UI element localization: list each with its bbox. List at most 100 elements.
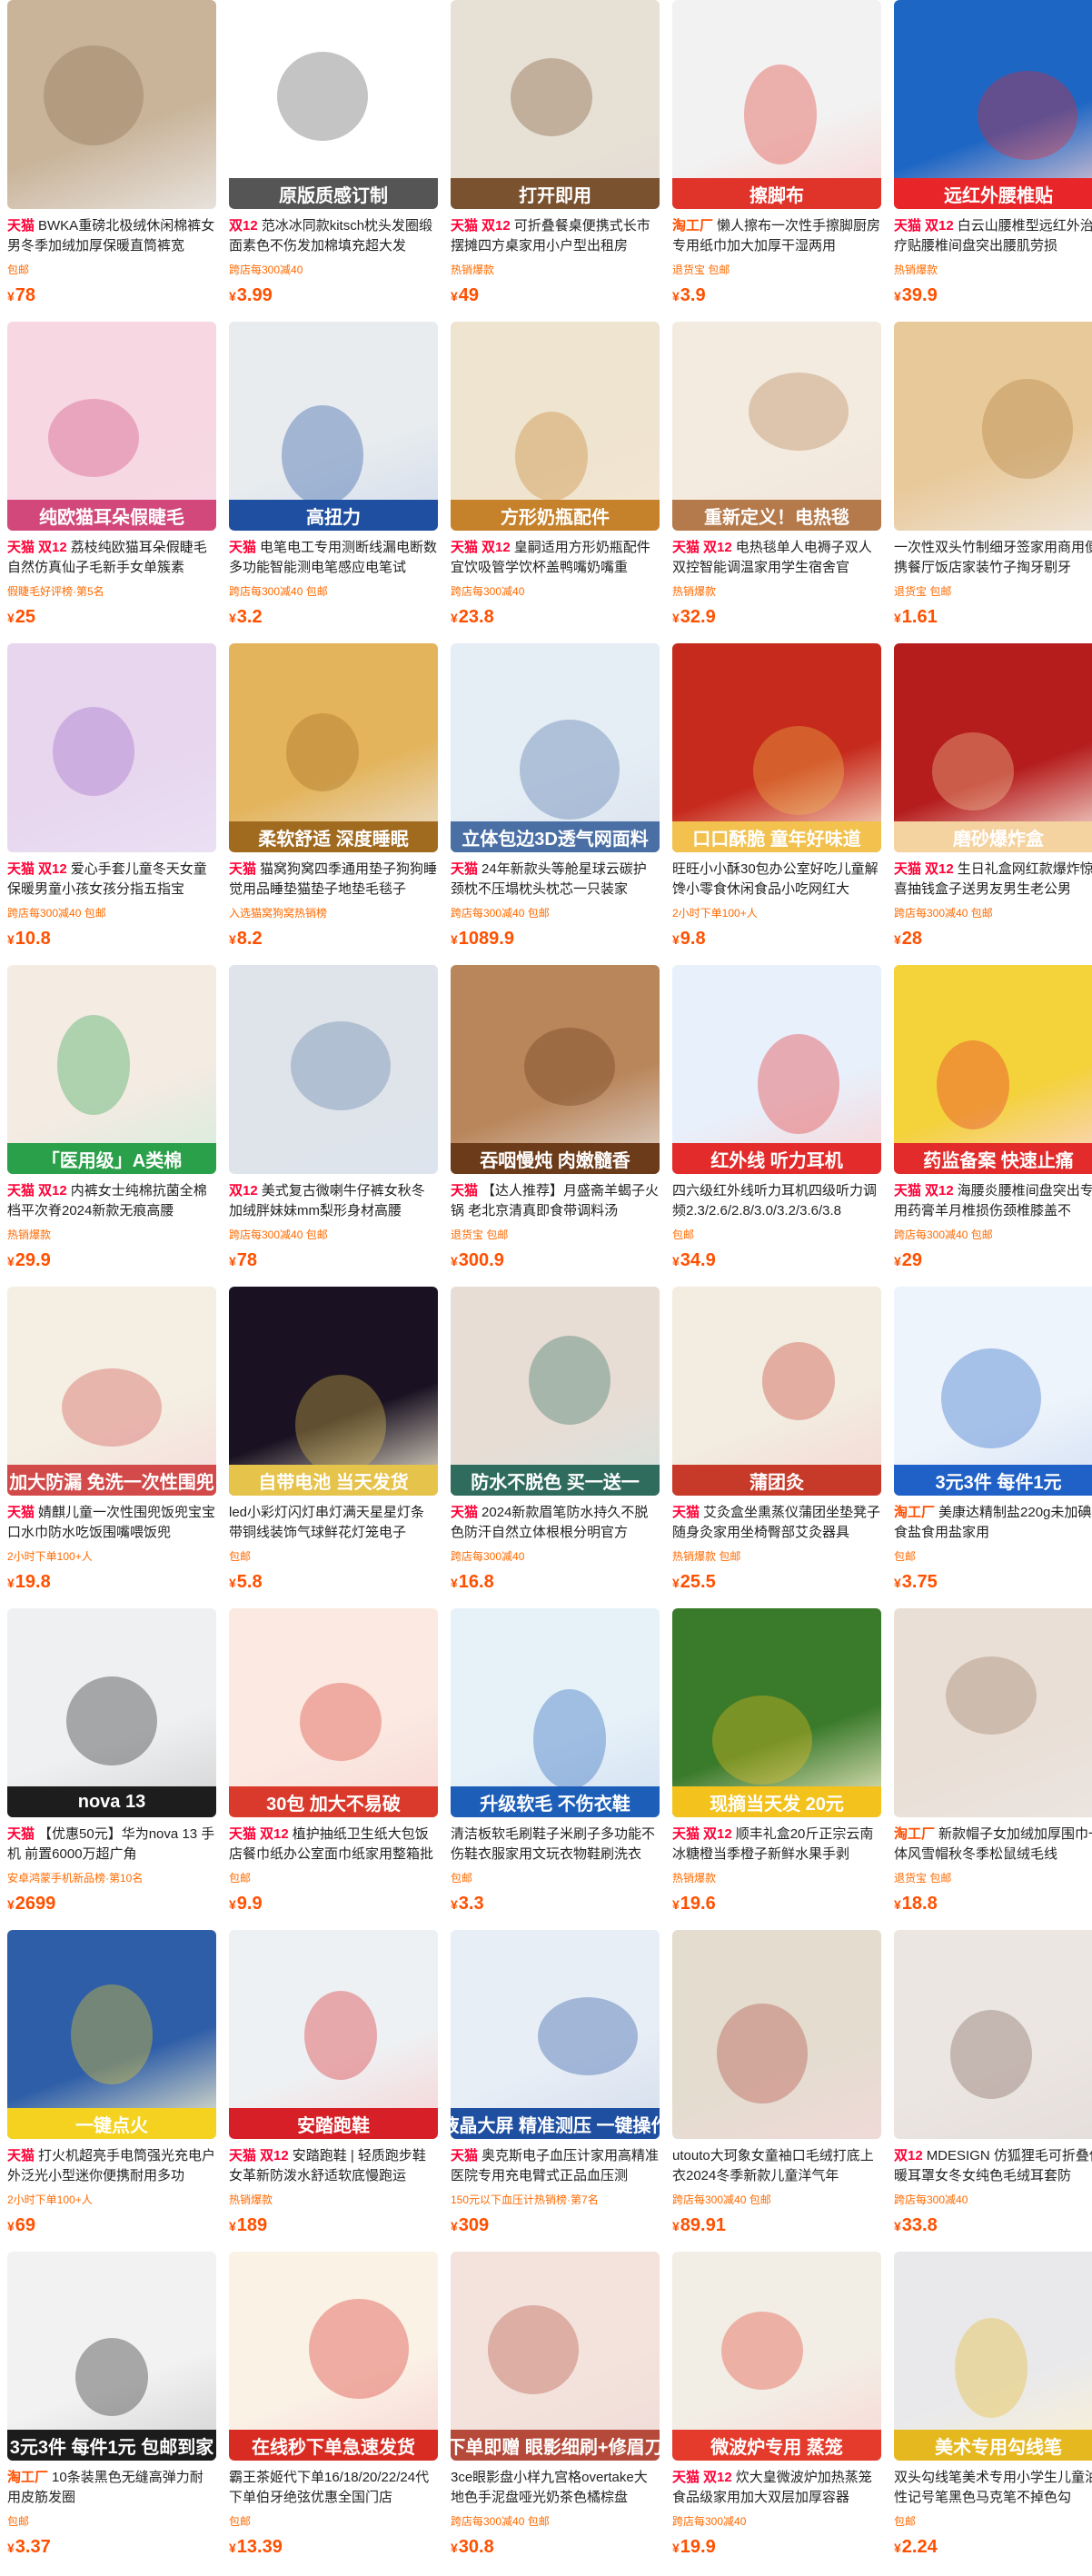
product-image[interactable] [672, 1930, 881, 2139]
product-title[interactable]: 天猫 双12 安踏跑鞋 | 轻质跑步鞋女革新防泼水舒适软底慢跑运 [229, 2146, 438, 2186]
product-image[interactable] [229, 965, 438, 1174]
product-title[interactable]: 清洁板软毛刷鞋子米刷子多功能不伤鞋衣服家用文玩衣物鞋刷洗衣 [451, 1825, 660, 1865]
product-title[interactable]: 淘工厂 新款帽子女加绒加厚围巾一体风雪帽秋冬季松鼠绒毛线 [894, 1825, 1092, 1865]
product-title[interactable]: 天猫 双12 皇嗣适用方形奶瓶配件宜饮吸管学饮杯盖鸭嘴奶嘴重 [451, 538, 660, 578]
product-card[interactable]: 擦脚布 淘工厂 懒人擦布一次性手擦脚厨房专用纸巾加大加厚干湿两用 退货宝 包邮 ¥3.9 [672, 0, 881, 318]
product-card[interactable]: 磨砂爆炸盒 天猫 双12 生日礼盒网红款爆炸惊喜抽钱盒子送男友男生老公男 跨店每300减… [894, 643, 1092, 961]
product-title[interactable]: 天猫 双12 海腰炎腰椎间盘突出专用药膏羊月椎损伤颈椎膝盖不 [894, 1181, 1092, 1221]
product-card[interactable]: 天猫 BWKA重磅北极绒休闲棉裤女男冬季加绒加厚保暖直筒裤宽 包邮 ¥78 [7, 0, 216, 318]
product-card[interactable]: 高扭力 天猫 电笔电工专用测断线漏电断数多功能智能测电笔感应电笔试 跨店每300减40… [229, 322, 438, 640]
product-title[interactable]: 一次性双头竹制细牙签家用商用便携餐厅饭店家装竹子掏牙剔牙 [894, 538, 1092, 578]
product-card[interactable]: 立体包边3D透气网面料 天猫 24年新款头等舱星球云碳护颈枕不压塌枕头枕芯一只装家跨… [451, 643, 660, 961]
product-card[interactable]: 一键点火 天猫 打火机超亮手电筒强光充电户外泛光小型迷你便携耐用多功 2小时下单100… [7, 1930, 216, 2248]
product-title[interactable]: 双12 美式复古微喇牛仔裤女秋冬加绒胖妹妹mm梨形身材高腰 [229, 1181, 438, 1221]
product-title[interactable]: 双12 MDESIGN 仿狐狸毛可折叠保暖耳罩女冬女纯色毛绒耳套防 [894, 2146, 1092, 2186]
product-title[interactable]: 天猫 奥克斯电子血压计家用高精准医院专用充电臂式正品血压测 [451, 2146, 660, 2186]
product-title[interactable]: 天猫 双12 生日礼盒网红款爆炸惊喜抽钱盒子送男友男生老公男 [894, 860, 1092, 900]
product-card[interactable]: 安踏跑鞋 天猫 双12 安踏跑鞋 | 轻质跑步鞋女革新防泼水舒适软底慢跑运 热销爆款 ¥1… [229, 1930, 438, 2248]
product-card[interactable]: 下单即赠 眼影细刷+修眉刀 3ce眼影盘小样九宫格overtake大地色手泥盘哑光… [451, 2252, 660, 2570]
product-image[interactable]: 下单即赠 眼影细刷+修眉刀 [451, 2252, 660, 2461]
product-image[interactable] [894, 1608, 1092, 1817]
product-title[interactable]: 天猫 BWKA重磅北极绒休闲棉裤女男冬季加绒加厚保暖直筒裤宽 [7, 216, 216, 256]
product-card[interactable]: 30包 加大不易破天猫双12植护抽纸卫生纸大包饭店餐巾纸办公室面巾纸家用整箱批实… [229, 1608, 438, 1926]
product-card[interactable]: utouto大珂象女童袖口毛绒打底上衣2024冬季新款儿童洋气年 跨店每300减4… [672, 1930, 881, 2248]
product-card[interactable]: 美术专用勾线笔 双头勾线笔美术专用小学生儿童油性记号笔黑色马克笔不掉色勾 包邮 ¥2.… [894, 2252, 1092, 2570]
product-image[interactable]: nova 13 [7, 1608, 216, 1817]
product-title[interactable]: 天猫双12植护抽纸卫生纸大包饭店餐巾纸办公室面巾纸家用整箱批实 [229, 1825, 438, 1865]
product-card[interactable]: 加大防漏 免洗一次性围兜 天猫 婧麒儿童一次性围兜饭兜宝宝口水巾防水吃饭围嘴喂饭兜 2… [7, 1287, 216, 1605]
product-title[interactable]: 天猫 24年新款头等舱星球云碳护颈枕不压塌枕头枕芯一只装家 [451, 860, 660, 900]
product-image[interactable]: 药监备案 快速止痛 [894, 965, 1092, 1174]
product-image[interactable]: 液晶大屏 精准测压 一键操作 [451, 1930, 660, 2139]
product-image[interactable]: 重新定义！电热毯 [672, 322, 881, 531]
product-title[interactable]: 双12 范冰冰同款kitsch枕头发圈缎面素色不伤发加棉填充超大发 [229, 216, 438, 256]
product-title[interactable]: 天猫 双12 爱心手套儿童冬天女童保暖男童小孩女孩分指五指宝 [7, 860, 216, 900]
product-image[interactable]: 高扭力 [229, 322, 438, 531]
product-title[interactable]: 淘工厂 懒人擦布一次性手擦脚厨房专用纸巾加大加厚干湿两用 [672, 216, 881, 256]
product-card[interactable]: 方形奶瓶配件 天猫 双12 皇嗣适用方形奶瓶配件宜饮吸管学饮杯盖鸭嘴奶嘴重 跨店每300… [451, 322, 660, 640]
product-title[interactable]: 天猫 双12 内裤女士纯棉抗菌全棉档平次脊2024新款无痕高腰 [7, 1181, 216, 1221]
product-card[interactable]: 原版质感订制 双12 范冰冰同款kitsch枕头发圈缎面素色不伤发加棉填充超大发 跨店… [229, 0, 438, 318]
product-card[interactable]: 口口酥脆 童年好味道 旺旺小小酥30包办公室好吃儿童解馋小零食休闲食品小吃网红大 2… [672, 643, 881, 961]
product-image[interactable]: 安踏跑鞋 [229, 1930, 438, 2139]
product-image[interactable]: 口口酥脆 童年好味道 [672, 643, 881, 852]
product-title[interactable]: 天猫 双12 白云山腰椎型远红外治疗贴腰椎间盘突出腰肌劳损 [894, 216, 1092, 256]
product-card[interactable]: 药监备案 快速止痛 天猫 双12 海腰炎腰椎间盘突出专用药膏羊月椎损伤颈椎膝盖不 跨店每… [894, 965, 1092, 1283]
product-image[interactable]: 在线秒下单急速发货 [229, 2252, 438, 2461]
product-image[interactable]: 防水不脱色 买一送一 [451, 1287, 660, 1496]
product-title[interactable]: led小彩灯闪灯串灯满天星星灯条带铜线装饰气球鲜花灯笼电子 [229, 1503, 438, 1543]
product-card[interactable]: 液晶大屏 精准测压 一键操作天猫 奥克斯电子血压计家用高精准医院专用充电臂式正品血… [451, 1930, 660, 2248]
product-title[interactable]: 霸王茶姬代下单16/18/20/22/24代下单伯牙绝弦优惠全国门店 [229, 2468, 438, 2508]
product-card[interactable]: 红外线 听力耳机 四六级红外线听力耳机四级听力调频2.3/2.6/2.8/3.0/… [672, 965, 881, 1283]
product-title[interactable]: 淘工厂 10条装黑色无缝高弹力耐用皮筋发圈 [7, 2468, 216, 2508]
product-title[interactable]: 天猫 双12 顺丰礼盒20斤正宗云南冰糖橙当季橙子新鲜水果手剥 [672, 1825, 881, 1865]
product-title[interactable]: 天猫 电笔电工专用测断线漏电断数多功能智能测电笔感应电笔试 [229, 538, 438, 578]
product-image[interactable]: 升级软毛 不伤衣鞋 [451, 1608, 660, 1817]
product-image[interactable]: 纯欧猫耳朵假睫毛 [7, 322, 216, 531]
product-card[interactable]: 蒲团灸 天猫 艾灸盒坐熏蒸仪蒲团坐垫凳子随身灸家用坐椅臀部艾灸器具 热销爆款 包邮 ¥2… [672, 1287, 881, 1605]
product-image[interactable]: 红外线 听力耳机 [672, 965, 881, 1174]
product-card[interactable]: 双12 MDESIGN 仿狐狸毛可折叠保暖耳罩女冬女纯色毛绒耳套防 跨店每300减4… [894, 1930, 1092, 2248]
product-title[interactable]: 双头勾线笔美术专用小学生儿童油性记号笔黑色马克笔不掉色勾 [894, 2468, 1092, 2508]
product-card[interactable]: 吞咽慢炖 肉嫩髓香 天猫 【达人推荐】月盛斋羊蝎子火锅 老北京清真即食带调料汤 退货宝… [451, 965, 660, 1283]
product-card[interactable]: 3元3件 每件1元 淘工厂 美康达精制盐220g未加碘食盐食用盐家用 包邮 ¥3.75 [894, 1287, 1092, 1605]
product-image[interactable]: 蒲团灸 [672, 1287, 881, 1496]
product-title[interactable]: 旺旺小小酥30包办公室好吃儿童解馋小零食休闲食品小吃网红大 [672, 860, 881, 900]
product-image[interactable]: 3元3件 每件1元 [894, 1287, 1092, 1496]
product-card[interactable]: 3元3件 每件1元 包邮到家 淘工厂 10条装黑色无缝高弹力耐用皮筋发圈 包邮 ¥3.3… [7, 2252, 216, 2570]
product-image[interactable]: 柔软舒适 深度睡眠 [229, 643, 438, 852]
product-card[interactable]: 重新定义！电热毯 天猫 双12 电热毯单人电褥子双人双控智能调温家用学生宿舍官 热销爆款… [672, 322, 881, 640]
product-title[interactable]: 天猫 打火机超亮手电筒强光充电户外泛光小型迷你便携耐用多功 [7, 2146, 216, 2186]
product-card[interactable]: 双12 美式复古微喇牛仔裤女秋冬加绒胖妹妹mm梨形身材高腰 跨店每300减40 包邮… [229, 965, 438, 1283]
product-card[interactable]: 一次性双头竹制细牙签家用商用便携餐厅饭店家装竹子掏牙剔牙 退货宝 包邮 ¥1.61 [894, 322, 1092, 640]
product-card[interactable]: 打开即用 天猫 双12 可折叠餐桌便携式长市摆摊四方桌家用小户型出租房 热销爆款 ¥49 [451, 0, 660, 318]
product-card[interactable]: nova 13 天猫 【优惠50元】华为nova 13 手机 前置6000万超广角安… [7, 1608, 216, 1926]
product-image[interactable]: 原版质感订制 [229, 0, 438, 209]
product-card[interactable]: 纯欧猫耳朵假睫毛 天猫 双12 荔枝纯欧猫耳朵假睫毛自然仿真仙子毛新手女单簇素 假睫毛好… [7, 322, 216, 640]
product-title[interactable]: 3ce眼影盘小样九宫格overtake大地色手泥盘哑光奶茶色橘棕盘 [451, 2468, 660, 2508]
product-title[interactable]: 天猫 2024新款眉笔防水持久不脱色防汗自然立体根根分明官方 [451, 1503, 660, 1543]
product-image[interactable]: 吞咽慢炖 肉嫩髓香 [451, 965, 660, 1174]
product-image[interactable] [7, 643, 216, 852]
product-card[interactable]: 自带电池 当天发货 led小彩灯闪灯串灯满天星星灯条带铜线装饰气球鲜花灯笼电子 包邮… [229, 1287, 438, 1605]
product-card[interactable]: 柔软舒适 深度睡眠 天猫 猫窝狗窝四季通用垫子狗狗睡觉用品睡垫猫垫子地垫毛毯子 入选猫… [229, 643, 438, 961]
product-title[interactable]: 天猫 【优惠50元】华为nova 13 手机 前置6000万超广角 [7, 1825, 216, 1865]
product-image[interactable] [894, 322, 1092, 531]
product-image[interactable]: 现摘当天发 20元 [672, 1608, 881, 1817]
product-card[interactable]: 天猫 双12 爱心手套儿童冬天女童保暖男童小孩女孩分指五指宝 跨店每300减40 包邮… [7, 643, 216, 961]
product-title[interactable]: 天猫 【达人推荐】月盛斋羊蝎子火锅 老北京清真即食带调料汤 [451, 1181, 660, 1221]
product-image[interactable] [7, 0, 216, 209]
product-image[interactable]: 方形奶瓶配件 [451, 322, 660, 531]
product-image[interactable]: 擦脚布 [672, 0, 881, 209]
product-title[interactable]: 天猫 双12 炊大皇微波炉加热蒸笼食品级家用加大双层加厚容器 [672, 2468, 881, 2508]
product-title[interactable]: 淘工厂 美康达精制盐220g未加碘食盐食用盐家用 [894, 1503, 1092, 1543]
product-card[interactable]: 远红外腰椎贴 天猫 双12 白云山腰椎型远红外治疗贴腰椎间盘突出腰肌劳损 热销爆款 ¥39… [894, 0, 1092, 318]
product-card[interactable]: 在线秒下单急速发货霸王茶姬代下单16/18/20/22/24代下单伯牙绝弦优惠全… [229, 2252, 438, 2570]
product-card[interactable]: 防水不脱色 买一送一 天猫 2024新款眉笔防水持久不脱色防汗自然立体根根分明官方跨… [451, 1287, 660, 1605]
product-card[interactable]: 升级软毛 不伤衣鞋 清洁板软毛刷鞋子米刷子多功能不伤鞋衣服家用文玩衣物鞋刷洗衣 包邮… [451, 1608, 660, 1926]
product-title[interactable]: utouto大珂象女童袖口毛绒打底上衣2024冬季新款儿童洋气年 [672, 2146, 881, 2186]
product-image[interactable]: 加大防漏 免洗一次性围兜 [7, 1287, 216, 1496]
product-card[interactable]: 淘工厂 新款帽子女加绒加厚围巾一体风雪帽秋冬季松鼠绒毛线 退货宝 包邮 ¥18.8 [894, 1608, 1092, 1926]
product-image[interactable]: 立体包边3D透气网面料 [451, 643, 660, 852]
product-image[interactable]: 美术专用勾线笔 [894, 2252, 1092, 2461]
